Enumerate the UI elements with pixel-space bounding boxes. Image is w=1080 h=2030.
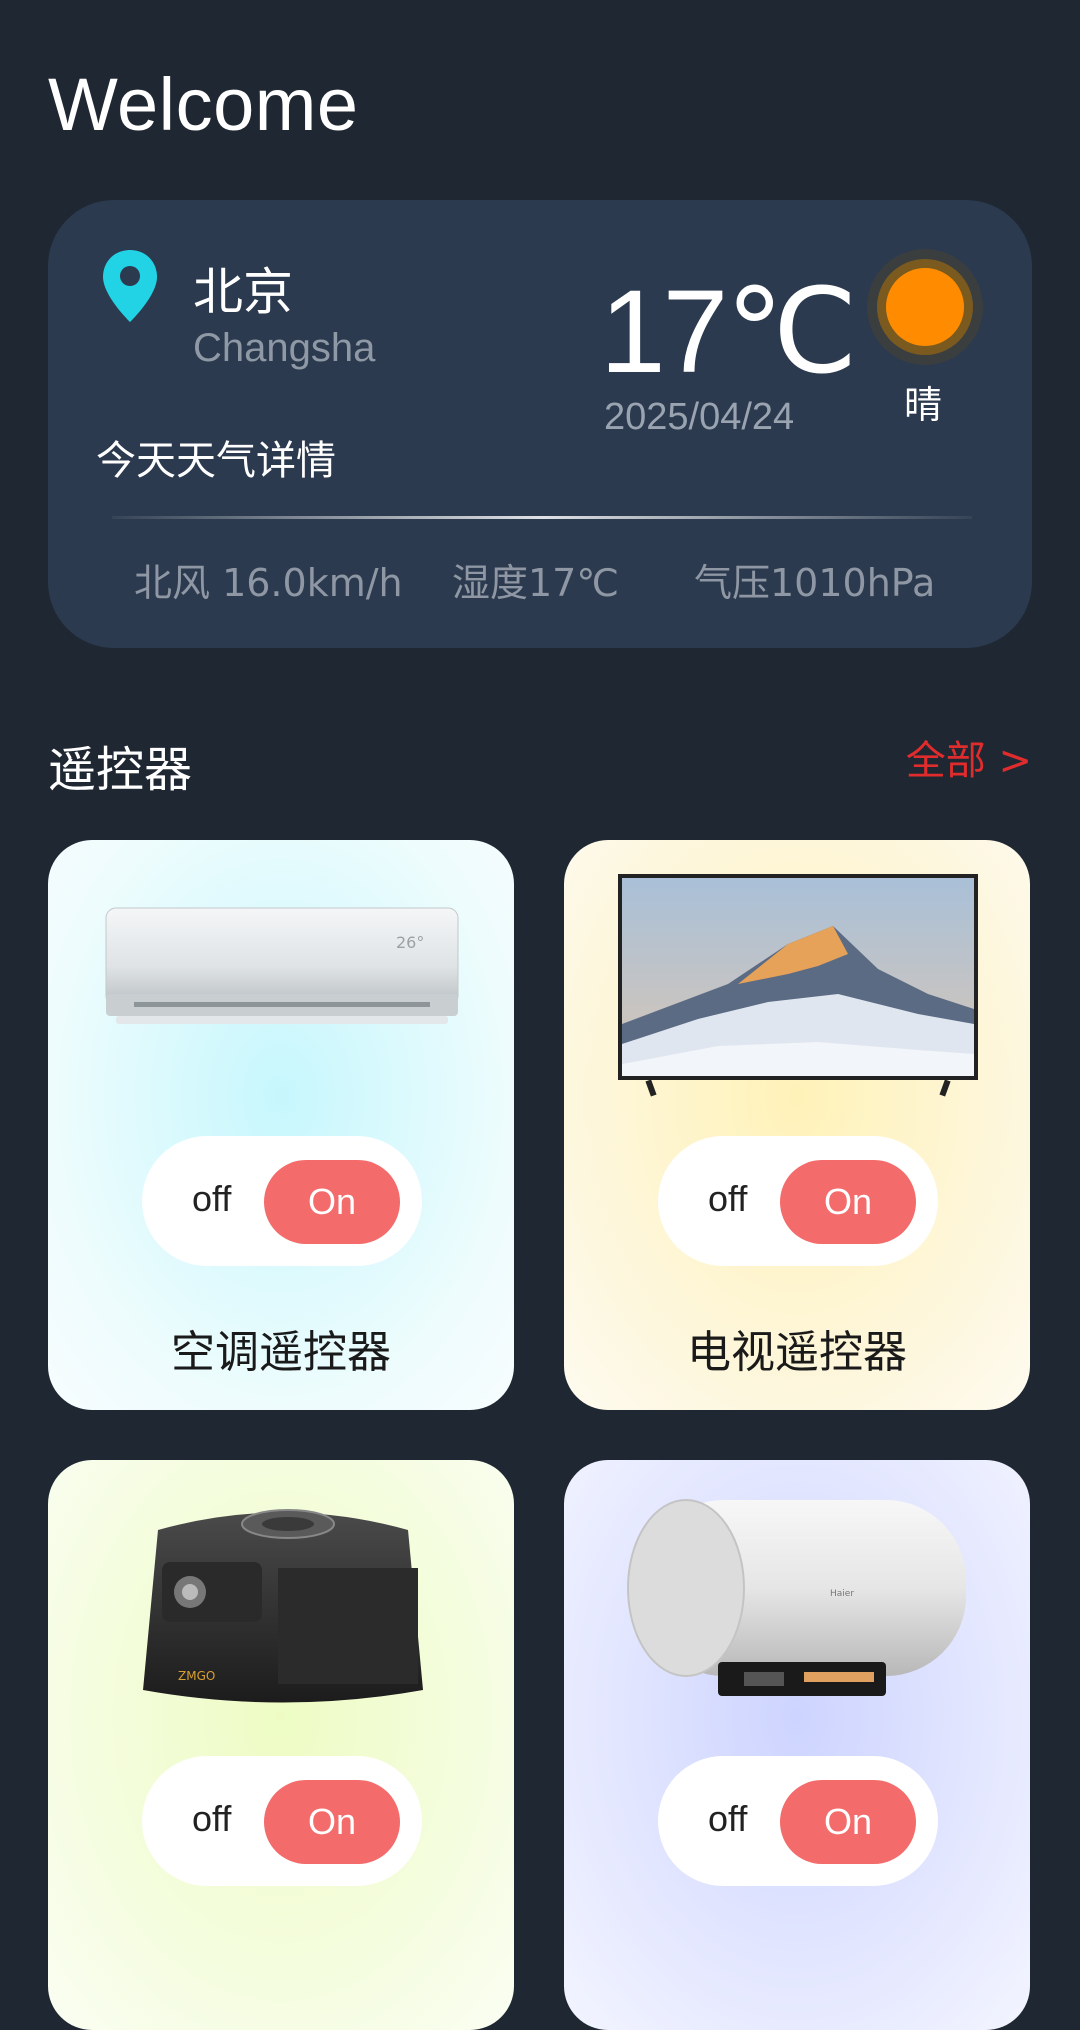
svg-text:26°: 26°	[396, 933, 424, 952]
svg-text:Haier: Haier	[830, 1589, 854, 1599]
off-label[interactable]: off	[192, 1798, 231, 1840]
off-label[interactable]: off	[192, 1178, 231, 1220]
location-pin-icon	[103, 250, 157, 322]
power-toggle[interactable]: off On	[142, 1756, 422, 1886]
city-name: 北京	[193, 263, 293, 321]
remote-card-ac[interactable]: 26° off On 空调遥控器	[48, 840, 514, 1410]
remote-card-projector[interactable]: ZMGO off On	[48, 1460, 514, 2030]
remote-card-water-heater[interactable]: Haier off On	[564, 1460, 1030, 2030]
on-button[interactable]: On	[264, 1160, 400, 1244]
air-conditioner-image: 26°	[105, 907, 459, 1024]
remote-name: 空调遥控器	[171, 1327, 391, 1378]
off-label[interactable]: off	[708, 1178, 747, 1220]
pressure-stat: 气压1010hPa	[694, 561, 936, 605]
power-toggle[interactable]: off On	[658, 1136, 938, 1266]
off-label[interactable]: off	[708, 1798, 747, 1840]
remote-card-tv[interactable]: off On 电视遥控器	[564, 840, 1030, 1410]
weather-detail-link[interactable]: 今天天气详情	[96, 428, 336, 486]
on-button[interactable]: On	[780, 1160, 916, 1244]
weather-condition: 晴	[904, 383, 943, 427]
remote-name: 电视遥控器	[687, 1327, 907, 1378]
water-heater-image: Haier	[627, 1499, 966, 1696]
tv-image	[618, 874, 978, 1097]
power-toggle[interactable]: off On	[142, 1136, 422, 1266]
page-title: Welcome	[48, 63, 359, 146]
power-toggle[interactable]: off On	[658, 1756, 938, 1886]
on-button[interactable]: On	[264, 1780, 400, 1864]
city-name-en: Changsha	[193, 326, 376, 370]
weather-card[interactable]: 北京 Changsha 今天天气详情 17℃ 2025/04/24 晴 北风 1…	[48, 200, 1032, 648]
on-button[interactable]: On	[780, 1780, 916, 1864]
divider	[112, 516, 972, 519]
humidity-stat: 湿度17℃	[452, 561, 620, 605]
view-all-link[interactable]: 全部 >	[906, 728, 1032, 786]
projector-image: ZMGO	[143, 1509, 423, 1703]
sun-icon	[867, 249, 983, 365]
wind-stat: 北风 16.0km/h	[134, 561, 403, 605]
weather-date: 2025/04/24	[604, 396, 795, 438]
svg-text:ZMGO: ZMGO	[178, 1669, 215, 1683]
section-title-remotes: 遥控器	[48, 742, 193, 798]
temperature: 17℃	[600, 266, 858, 398]
